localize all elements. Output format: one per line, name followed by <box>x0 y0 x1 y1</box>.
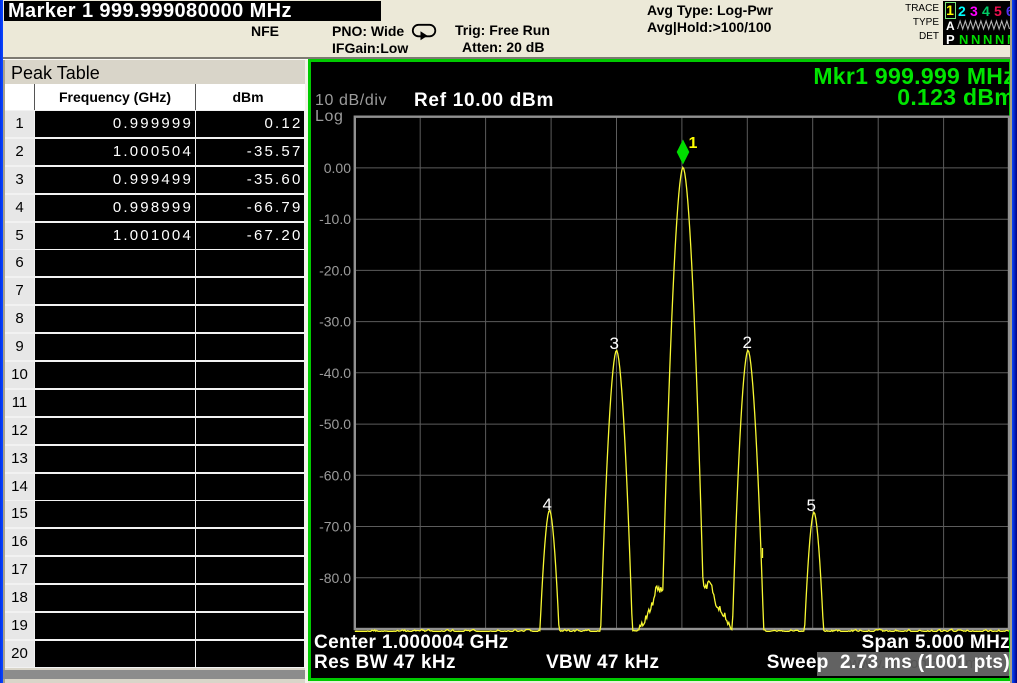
svg-text:4: 4 <box>543 495 552 514</box>
svg-text:-70.0: -70.0 <box>319 519 351 535</box>
svg-text:-30.0: -30.0 <box>319 314 351 330</box>
svg-text:2: 2 <box>743 333 752 352</box>
svg-text:5: 5 <box>807 496 816 515</box>
svg-text:0.00: 0.00 <box>324 160 351 176</box>
svg-text:3: 3 <box>610 334 619 353</box>
svg-text:-50.0: -50.0 <box>319 416 351 432</box>
svg-text:-20.0: -20.0 <box>319 262 351 278</box>
svg-text:1: 1 <box>689 135 698 152</box>
svg-text:-60.0: -60.0 <box>319 467 351 483</box>
svg-text:-10.0: -10.0 <box>319 211 351 227</box>
svg-text:-40.0: -40.0 <box>319 365 351 381</box>
svg-text:-80.0: -80.0 <box>319 570 351 586</box>
